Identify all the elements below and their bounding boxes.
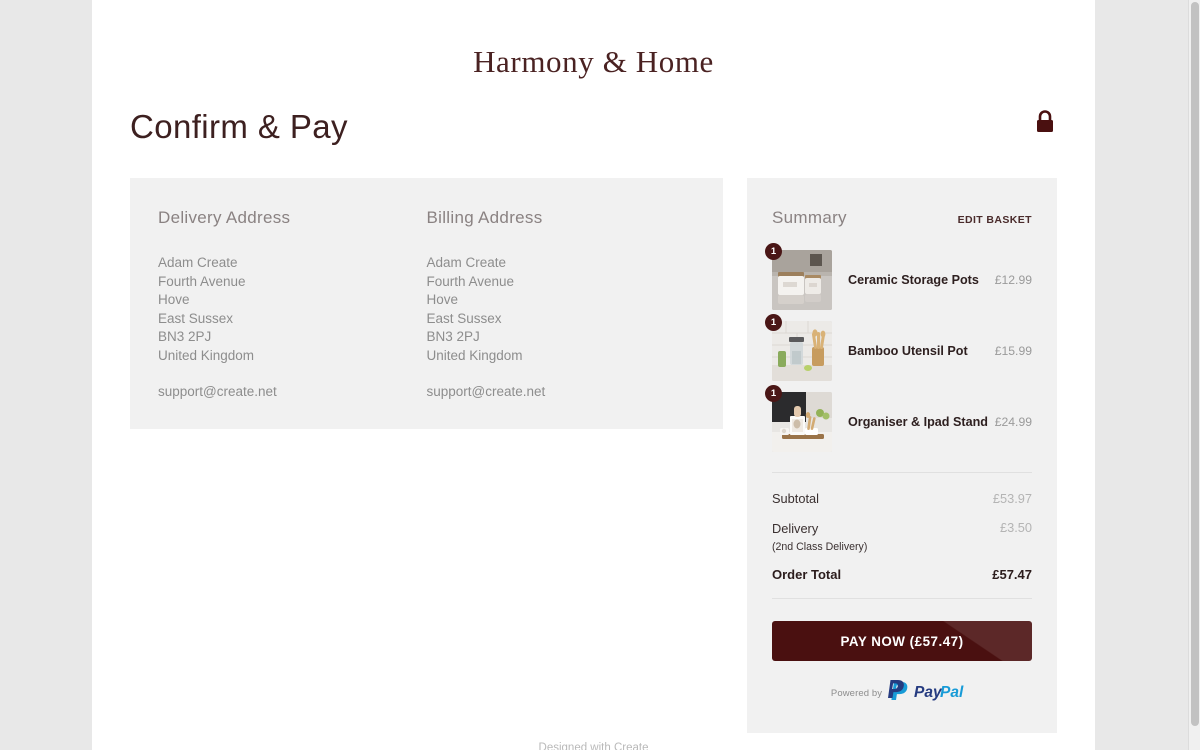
billing-email: support@create.net bbox=[426, 383, 546, 399]
thumb-wrap: 1 bbox=[765, 314, 832, 381]
address-line: BN3 2PJ bbox=[426, 329, 480, 345]
address-line: Hove bbox=[158, 292, 190, 308]
quantity-badge: 1 bbox=[765, 243, 782, 260]
scrollbar-thumb[interactable] bbox=[1191, 2, 1199, 726]
subtotal-label: Subtotal bbox=[772, 491, 819, 506]
delivery-email: support@create.net bbox=[158, 383, 277, 399]
site-logo[interactable]: Harmony & Home bbox=[92, 0, 1095, 80]
basket-item-row[interactable]: 1 bbox=[765, 314, 1032, 381]
paypal-badge: Powered by Pay Pal bbox=[772, 680, 1032, 707]
pay-now-button[interactable]: PAY NOW (£57.47) bbox=[772, 621, 1032, 661]
svg-text:Pay: Pay bbox=[914, 684, 943, 701]
basket-item-price: £15.99 bbox=[994, 344, 1032, 358]
quantity-badge: 1 bbox=[765, 385, 782, 402]
delivery-address-block: Delivery Address Adam Create Fourth Aven… bbox=[158, 208, 427, 399]
address-line: East Sussex bbox=[426, 310, 502, 326]
powered-by-label: Powered by bbox=[830, 688, 883, 699]
basket-item-row[interactable]: 1 bbox=[765, 243, 1032, 310]
order-total-value: £57.47 bbox=[992, 567, 1032, 582]
address-line: Hove bbox=[426, 292, 459, 308]
billing-address-heading: Billing Address bbox=[426, 208, 543, 227]
pay-now-label: PAY NOW (£57.47) bbox=[840, 633, 964, 649]
address-line: Fourth Avenue bbox=[158, 273, 246, 289]
summary-divider-2 bbox=[772, 598, 1032, 599]
subtotal-row: Subtotal £53.97 bbox=[772, 491, 1032, 506]
address-line: Adam Create bbox=[426, 255, 507, 270]
billing-address-block: Billing Address Adam Create Fourth Avenu… bbox=[427, 208, 696, 399]
page-title: Confirm & Pay bbox=[130, 108, 348, 145]
basket-item-row[interactable]: 1 bbox=[765, 385, 1032, 452]
address-line: Fourth Avenue bbox=[426, 273, 515, 289]
thumb-wrap: 1 bbox=[765, 385, 832, 452]
address-line: United Kingdom bbox=[426, 347, 523, 363]
basket-item-price: £24.99 bbox=[994, 415, 1032, 429]
delivery-value: £3.50 bbox=[999, 520, 1032, 535]
address-line: Adam Create bbox=[158, 255, 238, 270]
page-title-row: Confirm & Pay bbox=[92, 104, 1095, 160]
address-line: BN3 2PJ bbox=[158, 329, 212, 345]
vertical-scrollbar[interactable] bbox=[1188, 0, 1200, 750]
edit-basket-link[interactable]: EDIT BASKET bbox=[958, 214, 1032, 226]
product-thumbnail-organiser-ipad-stand bbox=[772, 392, 832, 452]
page-container: Harmony & Home Confirm & Pay Delivery Ad… bbox=[92, 0, 1095, 750]
summary-divider bbox=[772, 472, 1032, 473]
basket-item-name: Organiser & Ipad Stand bbox=[848, 414, 988, 429]
footer-credit[interactable]: Designed with Create bbox=[92, 742, 1095, 750]
delivery-row: Delivery (2nd Class Delivery) £3.50 bbox=[772, 520, 1032, 553]
main-content: Delivery Address Adam Create Fourth Aven… bbox=[92, 178, 1095, 733]
order-total-label: Order Total bbox=[772, 567, 842, 582]
padlock-icon bbox=[1034, 109, 1056, 135]
delivery-method: (2nd Class Delivery) bbox=[772, 541, 868, 553]
address-panel: Delivery Address Adam Create Fourth Aven… bbox=[130, 178, 723, 429]
product-thumbnail-ceramic-storage-pots bbox=[772, 250, 832, 310]
delivery-label-group: Delivery (2nd Class Delivery) bbox=[772, 520, 867, 553]
summary-header: Summary EDIT BASKET bbox=[772, 208, 1032, 228]
subtotal-value: £53.97 bbox=[992, 491, 1032, 506]
delivery-label: Delivery bbox=[772, 521, 819, 536]
delivery-address-heading: Delivery Address bbox=[158, 208, 291, 227]
quantity-badge: 1 bbox=[765, 314, 782, 331]
basket-item-name: Bamboo Utensil Pot bbox=[848, 343, 968, 358]
product-thumbnail-bamboo-utensil-pot bbox=[772, 321, 832, 381]
address-line: East Sussex bbox=[158, 310, 234, 326]
browser-viewport: Harmony & Home Confirm & Pay Delivery Ad… bbox=[0, 0, 1200, 750]
svg-text:Pal: Pal bbox=[940, 684, 964, 701]
address-line: United Kingdom bbox=[158, 347, 255, 363]
summary-title: Summary bbox=[772, 208, 847, 227]
thumb-wrap: 1 bbox=[765, 243, 832, 310]
paypal-logo-icon: Pay Pal bbox=[888, 680, 973, 707]
basket-item-price: £12.99 bbox=[994, 273, 1032, 287]
basket-item-name: Ceramic Storage Pots bbox=[848, 272, 979, 287]
order-summary-panel: Summary EDIT BASKET 1 Ceramic Storage Po… bbox=[747, 178, 1057, 733]
order-total-row: Order Total £57.47 bbox=[772, 567, 1032, 582]
